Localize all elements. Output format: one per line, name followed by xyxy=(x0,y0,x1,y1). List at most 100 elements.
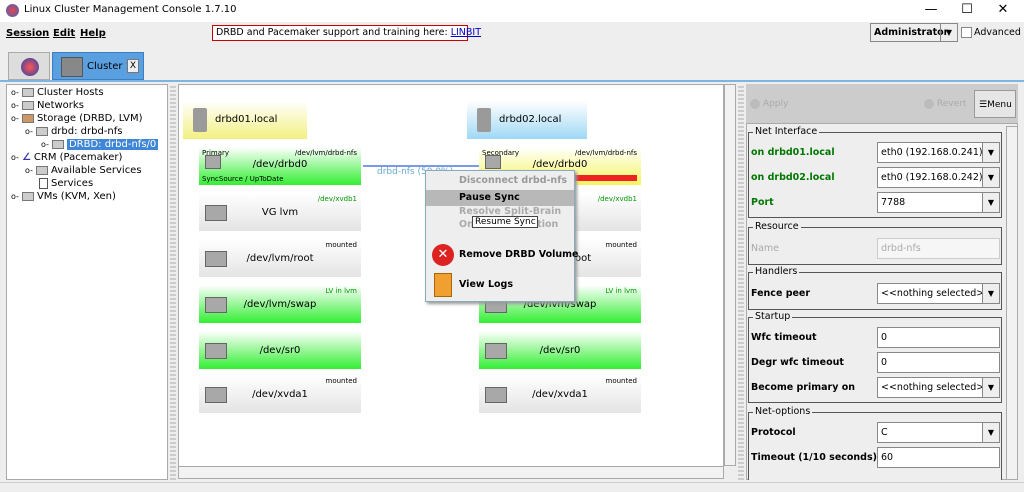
chevron-down-icon[interactable]: ▼ xyxy=(982,378,999,397)
chevron-down-icon[interactable]: ▼ xyxy=(982,193,999,212)
host-node-1[interactable]: drbd01.local xyxy=(183,101,307,139)
tree-item-services[interactable]: Services xyxy=(39,178,93,189)
tree-toggle-icon: o- xyxy=(11,114,19,123)
folder-icon xyxy=(21,88,34,97)
row-protocol: Protocol C ▼ xyxy=(751,422,1000,444)
menu-item-logs-label: View Logs xyxy=(459,279,514,290)
block-vg-lvm-left[interactable]: /dev/xvdb1 VG lvm xyxy=(199,193,361,231)
host-node-2[interactable]: drbd02.local xyxy=(467,101,587,139)
field-label: Become primary on xyxy=(751,382,856,393)
block-tag: LV in lvm xyxy=(325,287,357,295)
revert-button[interactable]: Revert xyxy=(924,90,970,118)
group-resource: Resource Name drbd-nfs xyxy=(748,221,1002,265)
drbd-state: SyncSource / UpToDate xyxy=(202,175,284,183)
tree-item-vms[interactable]: o- VMs (KVM, Xen) xyxy=(11,191,116,202)
block-xvda1-right[interactable]: mounted /dev/xvda1 xyxy=(479,375,641,413)
menu-item-pause-sync[interactable]: Pause Sync xyxy=(426,190,574,206)
group-title: Resource xyxy=(753,221,801,232)
menu-item-view-logs[interactable]: View Logs xyxy=(426,273,574,297)
title-bar: Linux Cluster Management Console 1.7.10 … xyxy=(0,0,1024,22)
chevron-down-icon[interactable]: ▼ xyxy=(940,24,957,41)
menu-label: Menu xyxy=(987,100,1012,110)
canvas-horizontal-scrollbar[interactable] xyxy=(178,466,724,479)
block-name: /dev/xvda1 xyxy=(252,389,308,400)
tree-item-cluster-hosts[interactable]: o- Cluster Hosts xyxy=(11,87,104,98)
port-select[interactable]: 7788 ▼ xyxy=(877,192,1000,213)
advanced-checkbox[interactable] xyxy=(961,27,972,38)
timeout-input[interactable]: 60 xyxy=(877,447,1000,468)
menu-item-disconnect[interactable]: Disconnect drbd-nfs xyxy=(426,173,574,189)
block-sr0-left[interactable]: /dev/sr0 xyxy=(199,331,361,369)
right-splitter[interactable] xyxy=(738,84,744,480)
tree-item-label: Networks xyxy=(36,100,84,111)
support-banner-text: DRBD and Pacemaker support and training … xyxy=(216,27,451,38)
field-value: eth0 (192.168.0.241) xyxy=(881,147,983,158)
linbit-link[interactable]: LINBIT xyxy=(451,27,481,38)
tree-item-networks[interactable]: o- Networks xyxy=(11,100,84,111)
block-tag: mounted xyxy=(325,241,357,249)
user-mode-value: Administrator xyxy=(874,27,949,38)
close-tab-button[interactable]: X xyxy=(127,59,139,73)
row-degr-wfc-timeout: Degr wfc timeout 0 xyxy=(751,352,1000,374)
apply-button[interactable]: Apply xyxy=(750,90,790,118)
apply-label: Apply xyxy=(762,99,789,109)
chevron-down-icon[interactable]: ▼ xyxy=(982,423,999,442)
properties-scrollbar[interactable] xyxy=(1006,126,1018,480)
tree-item-storage[interactable]: o- Storage (DRBD, LVM) xyxy=(11,113,143,124)
group-title: Net-options xyxy=(753,406,813,417)
group-title: Startup xyxy=(753,311,793,322)
tree-item-available-services[interactable]: o- Available Services xyxy=(25,165,142,176)
interface-select-drbd01[interactable]: eth0 (192.168.0.241) ▼ xyxy=(877,142,1000,163)
block-root-left[interactable]: mounted /dev/lvm/root xyxy=(199,239,361,277)
drbd-device-left[interactable]: Primary /dev/lvm/drbd-nfs /dev/drbd0 Syn… xyxy=(199,147,361,185)
block-swap-left[interactable]: LV in lvm /dev/lvm/swap xyxy=(199,285,361,323)
become-primary-select[interactable]: <<nothing selected>> ▼ xyxy=(877,377,1000,398)
chevron-down-icon[interactable]: ▼ xyxy=(982,284,999,303)
chevron-down-icon[interactable]: ▼ xyxy=(982,168,999,187)
row-on-drbd02: on drbd02.local eth0 (192.168.0.242) ▼ xyxy=(751,167,1000,189)
block-tag: mounted xyxy=(605,377,637,385)
close-window-button[interactable]: ✕ xyxy=(988,2,1018,20)
drbd-device-name: /dev/drbd0 xyxy=(252,159,308,170)
row-timeout: Timeout (1/10 seconds) 60 xyxy=(751,447,1000,469)
canvas-vertical-scrollbar[interactable] xyxy=(724,84,736,466)
menu-session[interactable]: Session xyxy=(6,28,49,39)
menu-help[interactable]: Help xyxy=(80,28,106,39)
wfc-timeout-input[interactable]: 0 xyxy=(877,327,1000,348)
block-name: /dev/sr0 xyxy=(259,345,301,356)
tab-cluster-1[interactable]: Cluster 1 X xyxy=(52,52,144,80)
tab-home[interactable] xyxy=(8,52,50,80)
minimize-button[interactable]: — xyxy=(916,2,946,20)
tree-item-crm[interactable]: o- ∠ CRM (Pacemaker) xyxy=(11,152,122,163)
interface-select-drbd02[interactable]: eth0 (192.168.0.242) ▼ xyxy=(877,167,1000,188)
degr-wfc-timeout-input[interactable]: 0 xyxy=(877,352,1000,373)
window-title: Linux Cluster Management Console 1.7.10 xyxy=(24,4,237,15)
host-1-label: drbd01.local xyxy=(215,114,278,125)
group-startup: Startup Wfc timeout 0 Degr wfc timeout 0 B… xyxy=(748,311,1002,403)
tree-item-drbd-volume[interactable]: o- DRBD: drbd-nfs/0 xyxy=(41,139,159,150)
crm-icon: ∠ xyxy=(21,152,31,163)
folder-icon xyxy=(21,192,34,201)
maximize-button[interactable]: ☐ xyxy=(952,2,982,20)
left-splitter[interactable] xyxy=(170,84,176,480)
row-port: Port 7788 ▼ xyxy=(751,192,1000,214)
status-bar xyxy=(0,482,1024,492)
row-on-drbd01: on drbd01.local eth0 (192.168.0.241) ▼ xyxy=(751,142,1000,164)
drbd-device-name: /dev/drbd0 xyxy=(532,159,588,170)
revert-label: Revert xyxy=(936,99,967,109)
tree-item-drbd-nfs[interactable]: o-drbd: drbd-nfs xyxy=(25,126,122,137)
protocol-select[interactable]: C ▼ xyxy=(877,422,1000,443)
block-sr0-right[interactable]: /dev/sr0 xyxy=(479,331,641,369)
menu-button[interactable]: ☰Menu xyxy=(974,90,1016,118)
block-name: VG lvm xyxy=(261,207,299,218)
tree-toggle-icon: o- xyxy=(11,153,19,162)
block-xvda1-left[interactable]: mounted /dev/xvda1 xyxy=(199,375,361,413)
menu-edit[interactable]: Edit xyxy=(53,28,75,39)
chevron-down-icon[interactable]: ▼ xyxy=(982,143,999,162)
block-name: /dev/xvda1 xyxy=(532,389,588,400)
fence-peer-select[interactable]: <<nothing selected>> ▼ xyxy=(877,283,1000,304)
remove-icon: ✕ xyxy=(432,244,454,266)
drbd-role: Secondary xyxy=(482,149,520,157)
menu-item-remove-volume[interactable]: ✕ Remove DRBD Volume xyxy=(426,244,578,266)
block-tag: /dev/xvdb1 xyxy=(317,195,357,203)
